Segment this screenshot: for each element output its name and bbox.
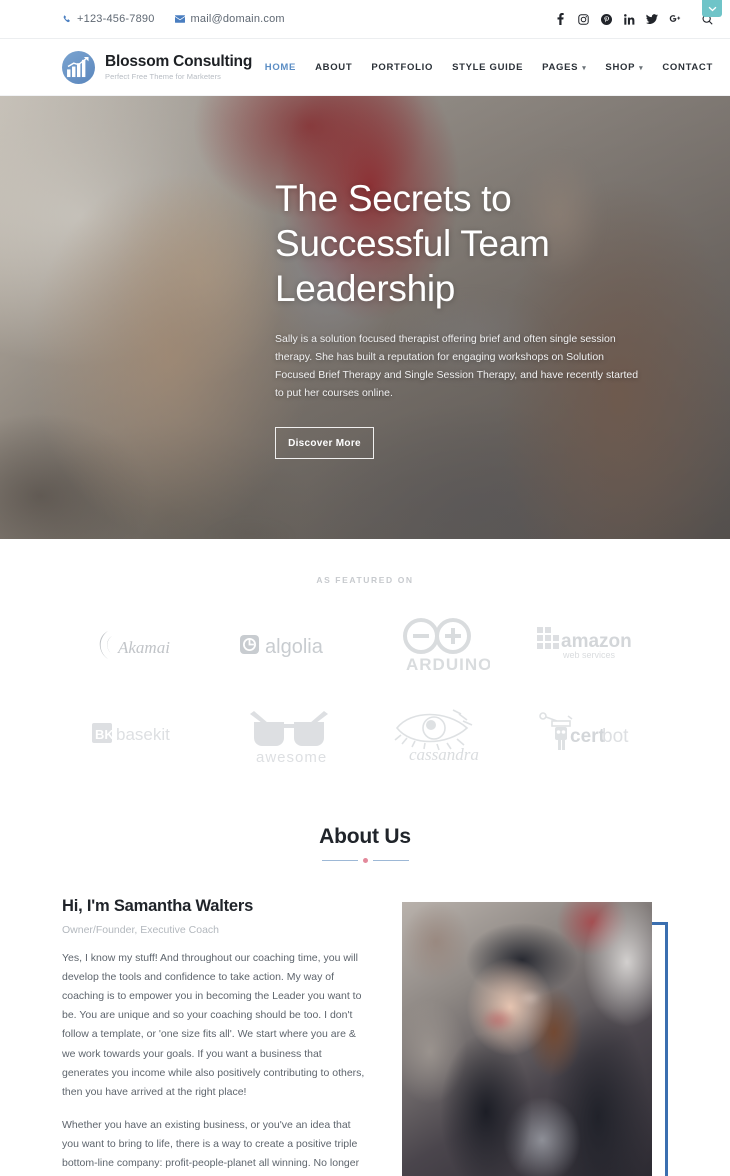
chevron-down-icon — [708, 6, 717, 12]
about-text-column: Hi, I'm Samantha Walters Owner/Founder, … — [62, 897, 370, 1176]
top-bar-contact-group: +123-456-7890 mail@domain.com — [62, 13, 285, 25]
twitter-icon[interactable] — [646, 13, 658, 26]
nav-label: PAGES — [542, 61, 579, 73]
main-navigation: HOME ABOUT PORTFOLIO STYLE GUIDE PAGES ▾ … — [265, 62, 713, 73]
about-paragraph-1: Yes, I know my stuff! And throughout our… — [62, 952, 365, 1098]
social-links — [554, 13, 713, 26]
nav-label: CONTACT — [662, 61, 713, 73]
brand-tagline: Perfect Free Theme for Marketers — [105, 71, 222, 81]
hero-content: The Secrets to Successful Team Leadershi… — [275, 96, 695, 539]
svg-text:web services: web services — [562, 650, 616, 660]
svg-text:Akamai: Akamai — [117, 638, 170, 657]
nav-label: ABOUT — [315, 61, 353, 73]
discover-more-label: Discover More — [288, 437, 361, 449]
email-text: mail@domain.com — [190, 13, 285, 25]
site-header: Blossom Consulting Perfect Free Theme fo… — [0, 39, 730, 96]
svg-text:cert: cert — [570, 726, 606, 747]
phone-text: +123-456-7890 — [77, 13, 155, 25]
svg-text:cassandra: cassandra — [409, 745, 479, 764]
hero-title: The Secrets to Successful Team Leadershi… — [275, 177, 550, 309]
page-title: About Us — [319, 825, 411, 848]
email-link[interactable]: mail@domain.com — [174, 13, 285, 25]
featured-logo-grid: Akamai algolia ARDUINO amazon web servic… — [65, 611, 665, 767]
nav-label: PORTFOLIO — [371, 61, 434, 73]
divider-dot — [362, 858, 368, 863]
hero-description: Sally is a solution focused therapist of… — [275, 333, 639, 400]
basekit-logo: BK basekit — [90, 699, 190, 767]
brand-text-group: Blossom Consulting Perfect Free Theme fo… — [105, 54, 252, 80]
about-paragraph-2: Whether you have an existing business, o… — [62, 1118, 360, 1170]
facebook-icon[interactable] — [554, 13, 566, 26]
nav-item-style-guide[interactable]: STYLE GUIDE — [452, 62, 523, 73]
nav-item-contact[interactable]: CONTACT — [662, 62, 713, 73]
svg-text:algolia: algolia — [265, 636, 324, 658]
googleplus-icon[interactable] — [669, 13, 681, 26]
nav-item-home[interactable]: HOME — [265, 62, 296, 73]
phone-icon — [62, 15, 71, 24]
about-heading: Hi, I'm Samantha Walters — [62, 897, 254, 915]
about-section-header: About Us — [62, 825, 668, 863]
pinterest-icon[interactable] — [600, 13, 612, 26]
page-scroll-tab[interactable] — [702, 0, 722, 17]
bar-chart-logo-icon — [62, 50, 95, 84]
linkedin-icon[interactable] — [623, 13, 635, 26]
instagram-icon[interactable] — [577, 13, 589, 26]
brand-logo-link[interactable]: Blossom Consulting Perfect Free Theme fo… — [62, 50, 252, 84]
arduino-logo: ARDUINO — [390, 611, 490, 679]
about-image-column — [394, 897, 668, 1176]
nav-label: SHOP — [605, 61, 636, 73]
top-bar: +123-456-7890 mail@domain.com — [0, 0, 730, 39]
hero-banner: The Secrets to Successful Team Leadershi… — [0, 96, 730, 539]
nav-label: STYLE GUIDE — [452, 61, 524, 73]
about-content-grid: Hi, I'm Samantha Walters Owner/Founder, … — [62, 897, 668, 1176]
svg-text:awesome: awesome — [256, 749, 327, 764]
brand-name: Blossom Consulting — [105, 53, 253, 70]
nav-item-pages[interactable]: PAGES ▾ — [542, 62, 586, 73]
about-subheading: Owner/Founder, Executive Coach — [62, 924, 219, 936]
envelope-icon — [174, 15, 185, 23]
awesome-logo: awesome — [236, 699, 344, 767]
page-root: +123-456-7890 mail@domain.com Blossom Co… — [0, 0, 730, 1176]
algolia-logo: algolia — [238, 611, 343, 679]
nav-item-portfolio[interactable]: PORTFOLIO — [371, 62, 433, 73]
nav-label: HOME — [264, 61, 297, 73]
svg-text:bot: bot — [602, 726, 629, 747]
about-section: About Us Hi, I'm Samantha Walters Owner/… — [0, 789, 730, 1176]
cassandra-logo: cassandra — [387, 699, 493, 767]
svg-text:amazon: amazon — [561, 631, 632, 652]
svg-text:ARDUINO: ARDUINO — [406, 655, 490, 674]
featured-section: AS FEATURED ON Akamai algolia ARDUINO am… — [0, 539, 730, 789]
certbot-logo: cert bot — [534, 699, 646, 767]
chevron-down-icon: ▾ — [639, 65, 644, 72]
svg-text:basekit: basekit — [116, 725, 170, 744]
phone-link[interactable]: +123-456-7890 — [62, 13, 155, 25]
svg-text:BK: BK — [95, 727, 114, 742]
akamai-logo: Akamai — [90, 611, 190, 679]
featured-label: AS FEATURED ON — [316, 575, 414, 585]
divider-line-left — [321, 860, 358, 861]
section-divider — [320, 858, 410, 863]
discover-more-button[interactable]: Discover More — [275, 427, 374, 460]
divider-line-right — [372, 860, 409, 861]
about-photo — [402, 902, 652, 1176]
amazon-web-services-logo: amazon web services — [535, 611, 645, 679]
nav-item-about[interactable]: ABOUT — [315, 62, 352, 73]
nav-item-shop[interactable]: SHOP ▾ — [605, 62, 643, 73]
chevron-down-icon: ▾ — [582, 65, 587, 72]
